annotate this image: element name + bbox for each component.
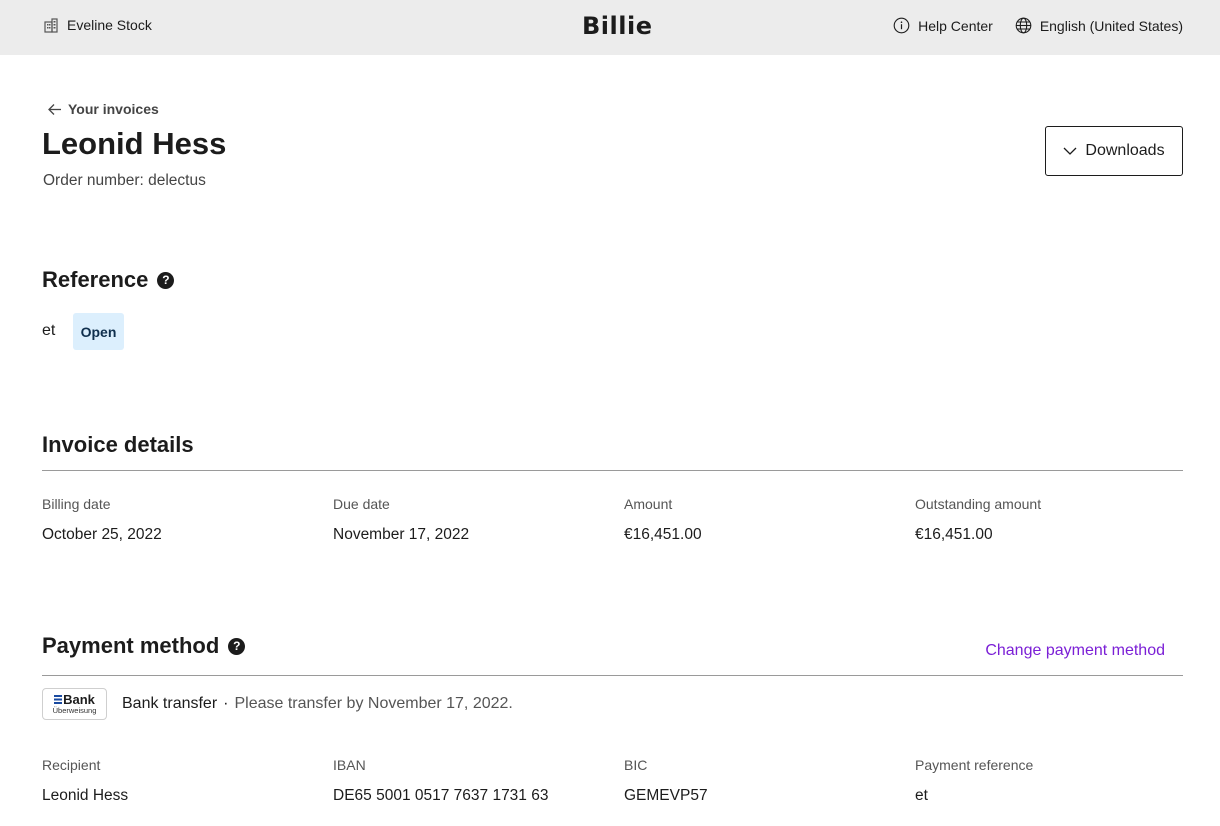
- order-number: Order number: delectus: [43, 172, 206, 189]
- company-name-label: Eveline Stock: [67, 17, 152, 33]
- bic-field: BIC GEMEVP57: [624, 757, 708, 805]
- building-icon: [43, 17, 59, 33]
- chevron-down-icon: [1063, 144, 1077, 158]
- invoice-details-title: Invoice details: [42, 432, 194, 457]
- payment-method-name: Bank transfer: [122, 695, 218, 712]
- page-title: Leonid Hess: [42, 126, 227, 161]
- status-badge: Open: [73, 313, 124, 350]
- field-value: October 25, 2022: [42, 526, 162, 543]
- field-value: et: [915, 787, 928, 804]
- field-label: IBAN: [333, 757, 366, 773]
- field-label: Recipient: [42, 757, 101, 773]
- info-circle-icon: [893, 17, 910, 34]
- payment-method-title: Payment method: [42, 633, 220, 658]
- help-center-link[interactable]: Help Center: [893, 17, 993, 34]
- change-payment-method-link[interactable]: Change payment method: [985, 642, 1165, 660]
- downloads-button[interactable]: Downloads: [1045, 126, 1183, 176]
- bank-lines-icon: [54, 695, 63, 704]
- field-label: Outstanding amount: [915, 496, 1042, 512]
- field-value: DE65 5001 0517 7637 1731 63: [333, 787, 549, 804]
- field-value: GEMEVP57: [624, 787, 708, 804]
- reference-heading: Reference ?: [42, 267, 175, 293]
- field-label: Amount: [624, 496, 673, 512]
- billie-logo[interactable]: Billie: [582, 12, 652, 40]
- downloads-label: Downloads: [1085, 142, 1165, 159]
- bank-transfer-logo: Bank Überweisung: [42, 688, 107, 720]
- field-label: BIC: [624, 757, 648, 773]
- arrow-left-icon: [47, 102, 62, 117]
- due-date-field: Due date November 17, 2022: [333, 496, 469, 544]
- reference-title: Reference: [42, 267, 149, 292]
- invoice-details-heading: Invoice details: [42, 432, 194, 458]
- field-value: €16,451.00: [915, 526, 993, 543]
- field-label: Billing date: [42, 496, 111, 512]
- payment-method-line: Bank transfer · Please transfer by Novem…: [122, 695, 513, 713]
- separator-dot: ·: [223, 695, 229, 712]
- iban-field: IBAN DE65 5001 0517 7637 1731 63: [333, 757, 548, 805]
- field-value: €16,451.00: [624, 526, 702, 543]
- question-icon[interactable]: ?: [157, 271, 175, 289]
- invoice-details-divider: [42, 470, 1183, 471]
- payment-method-heading: Payment method ?: [42, 633, 246, 659]
- payment-method-divider: [42, 675, 1183, 676]
- question-icon[interactable]: ?: [228, 637, 246, 655]
- back-to-invoices-link[interactable]: Your invoices: [47, 101, 159, 117]
- field-value: Leonid Hess: [42, 787, 129, 804]
- reference-value: et: [42, 322, 56, 339]
- top-bar: Eveline Stock Billie Help Center English…: [0, 0, 1220, 55]
- globe-icon: [1015, 17, 1032, 34]
- language-label: English (United States): [1039, 17, 1183, 34]
- language-selector[interactable]: English (United States): [1015, 17, 1183, 34]
- payment-reference-field: Payment reference et: [915, 757, 1033, 805]
- field-label: Due date: [333, 496, 390, 512]
- amount-field: Amount €16,451.00: [624, 496, 702, 544]
- company-name: Eveline Stock: [43, 17, 152, 33]
- bank-logo-top: Bank: [63, 692, 95, 707]
- outstanding-amount-field: Outstanding amount €16,451.00: [915, 496, 1041, 544]
- field-value: November 17, 2022: [333, 526, 470, 543]
- bank-logo-bottom: Überweisung: [52, 706, 97, 715]
- help-center-label: Help Center: [918, 17, 993, 34]
- recipient-field: Recipient Leonid Hess: [42, 757, 128, 805]
- back-label: Your invoices: [68, 101, 159, 117]
- billing-date-field: Billing date October 25, 2022: [42, 496, 162, 544]
- payment-note: Please transfer by November 17, 2022.: [234, 695, 513, 712]
- field-label: Payment reference: [915, 757, 1034, 773]
